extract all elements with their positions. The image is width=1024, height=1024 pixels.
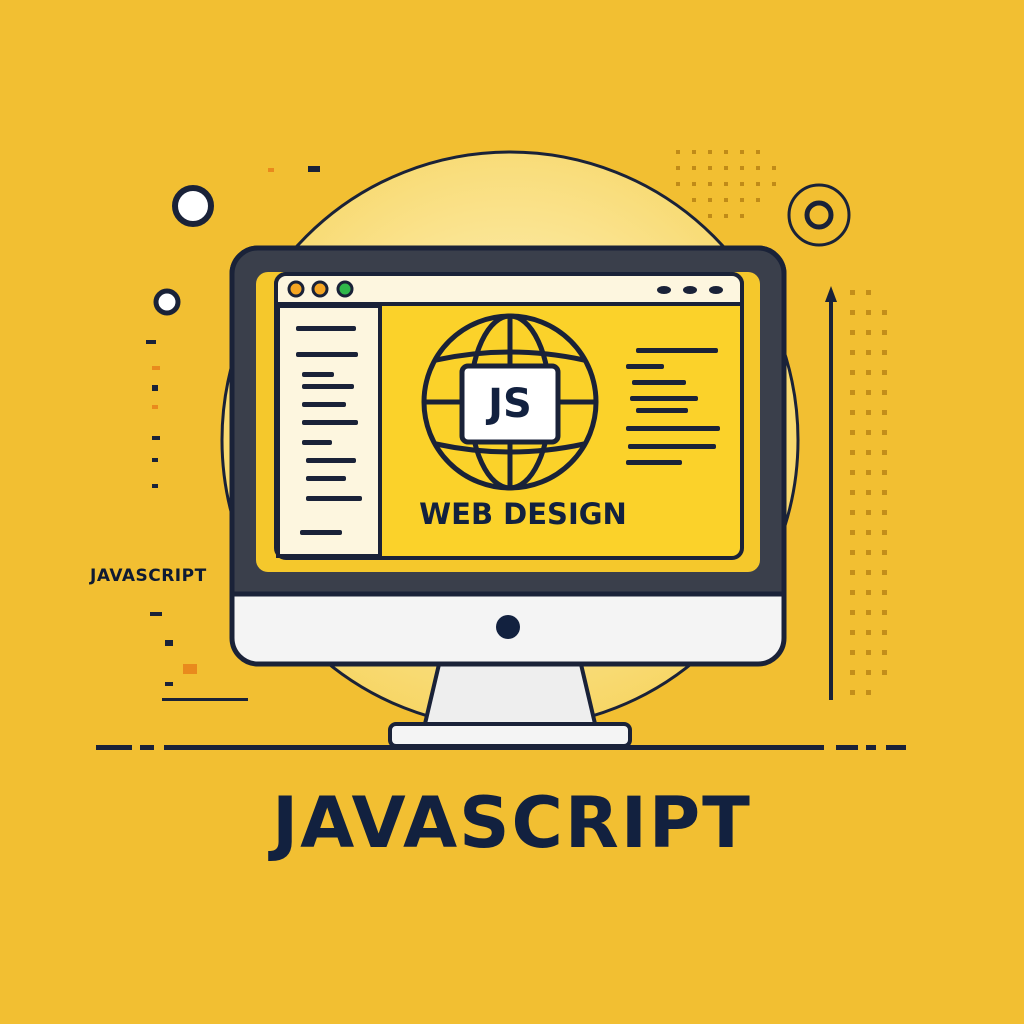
ellipsis-icon [657, 286, 723, 294]
arrow-up-icon [825, 286, 837, 700]
javascript-web-design-illustration: JS WEB DESIGN JAVASCRIPT JAVASCRIPT [0, 0, 1024, 1024]
window-dot-minimize [287, 280, 305, 298]
ring-decoration [172, 185, 214, 227]
target-icon [787, 183, 851, 247]
window-dot-close [336, 280, 354, 298]
code-sidebar [276, 304, 382, 558]
dot-grid-right [850, 290, 887, 695]
dot-grid-top [676, 150, 776, 218]
window-dot-maximize [311, 280, 329, 298]
ring-decoration-small [153, 288, 181, 316]
side-label: JAVASCRIPT [90, 566, 207, 586]
main-title: JAVASCRIPT [272, 782, 752, 864]
js-badge-label: JS [488, 381, 532, 427]
power-button [496, 615, 520, 639]
web-design-caption: WEB DESIGN [419, 497, 627, 531]
